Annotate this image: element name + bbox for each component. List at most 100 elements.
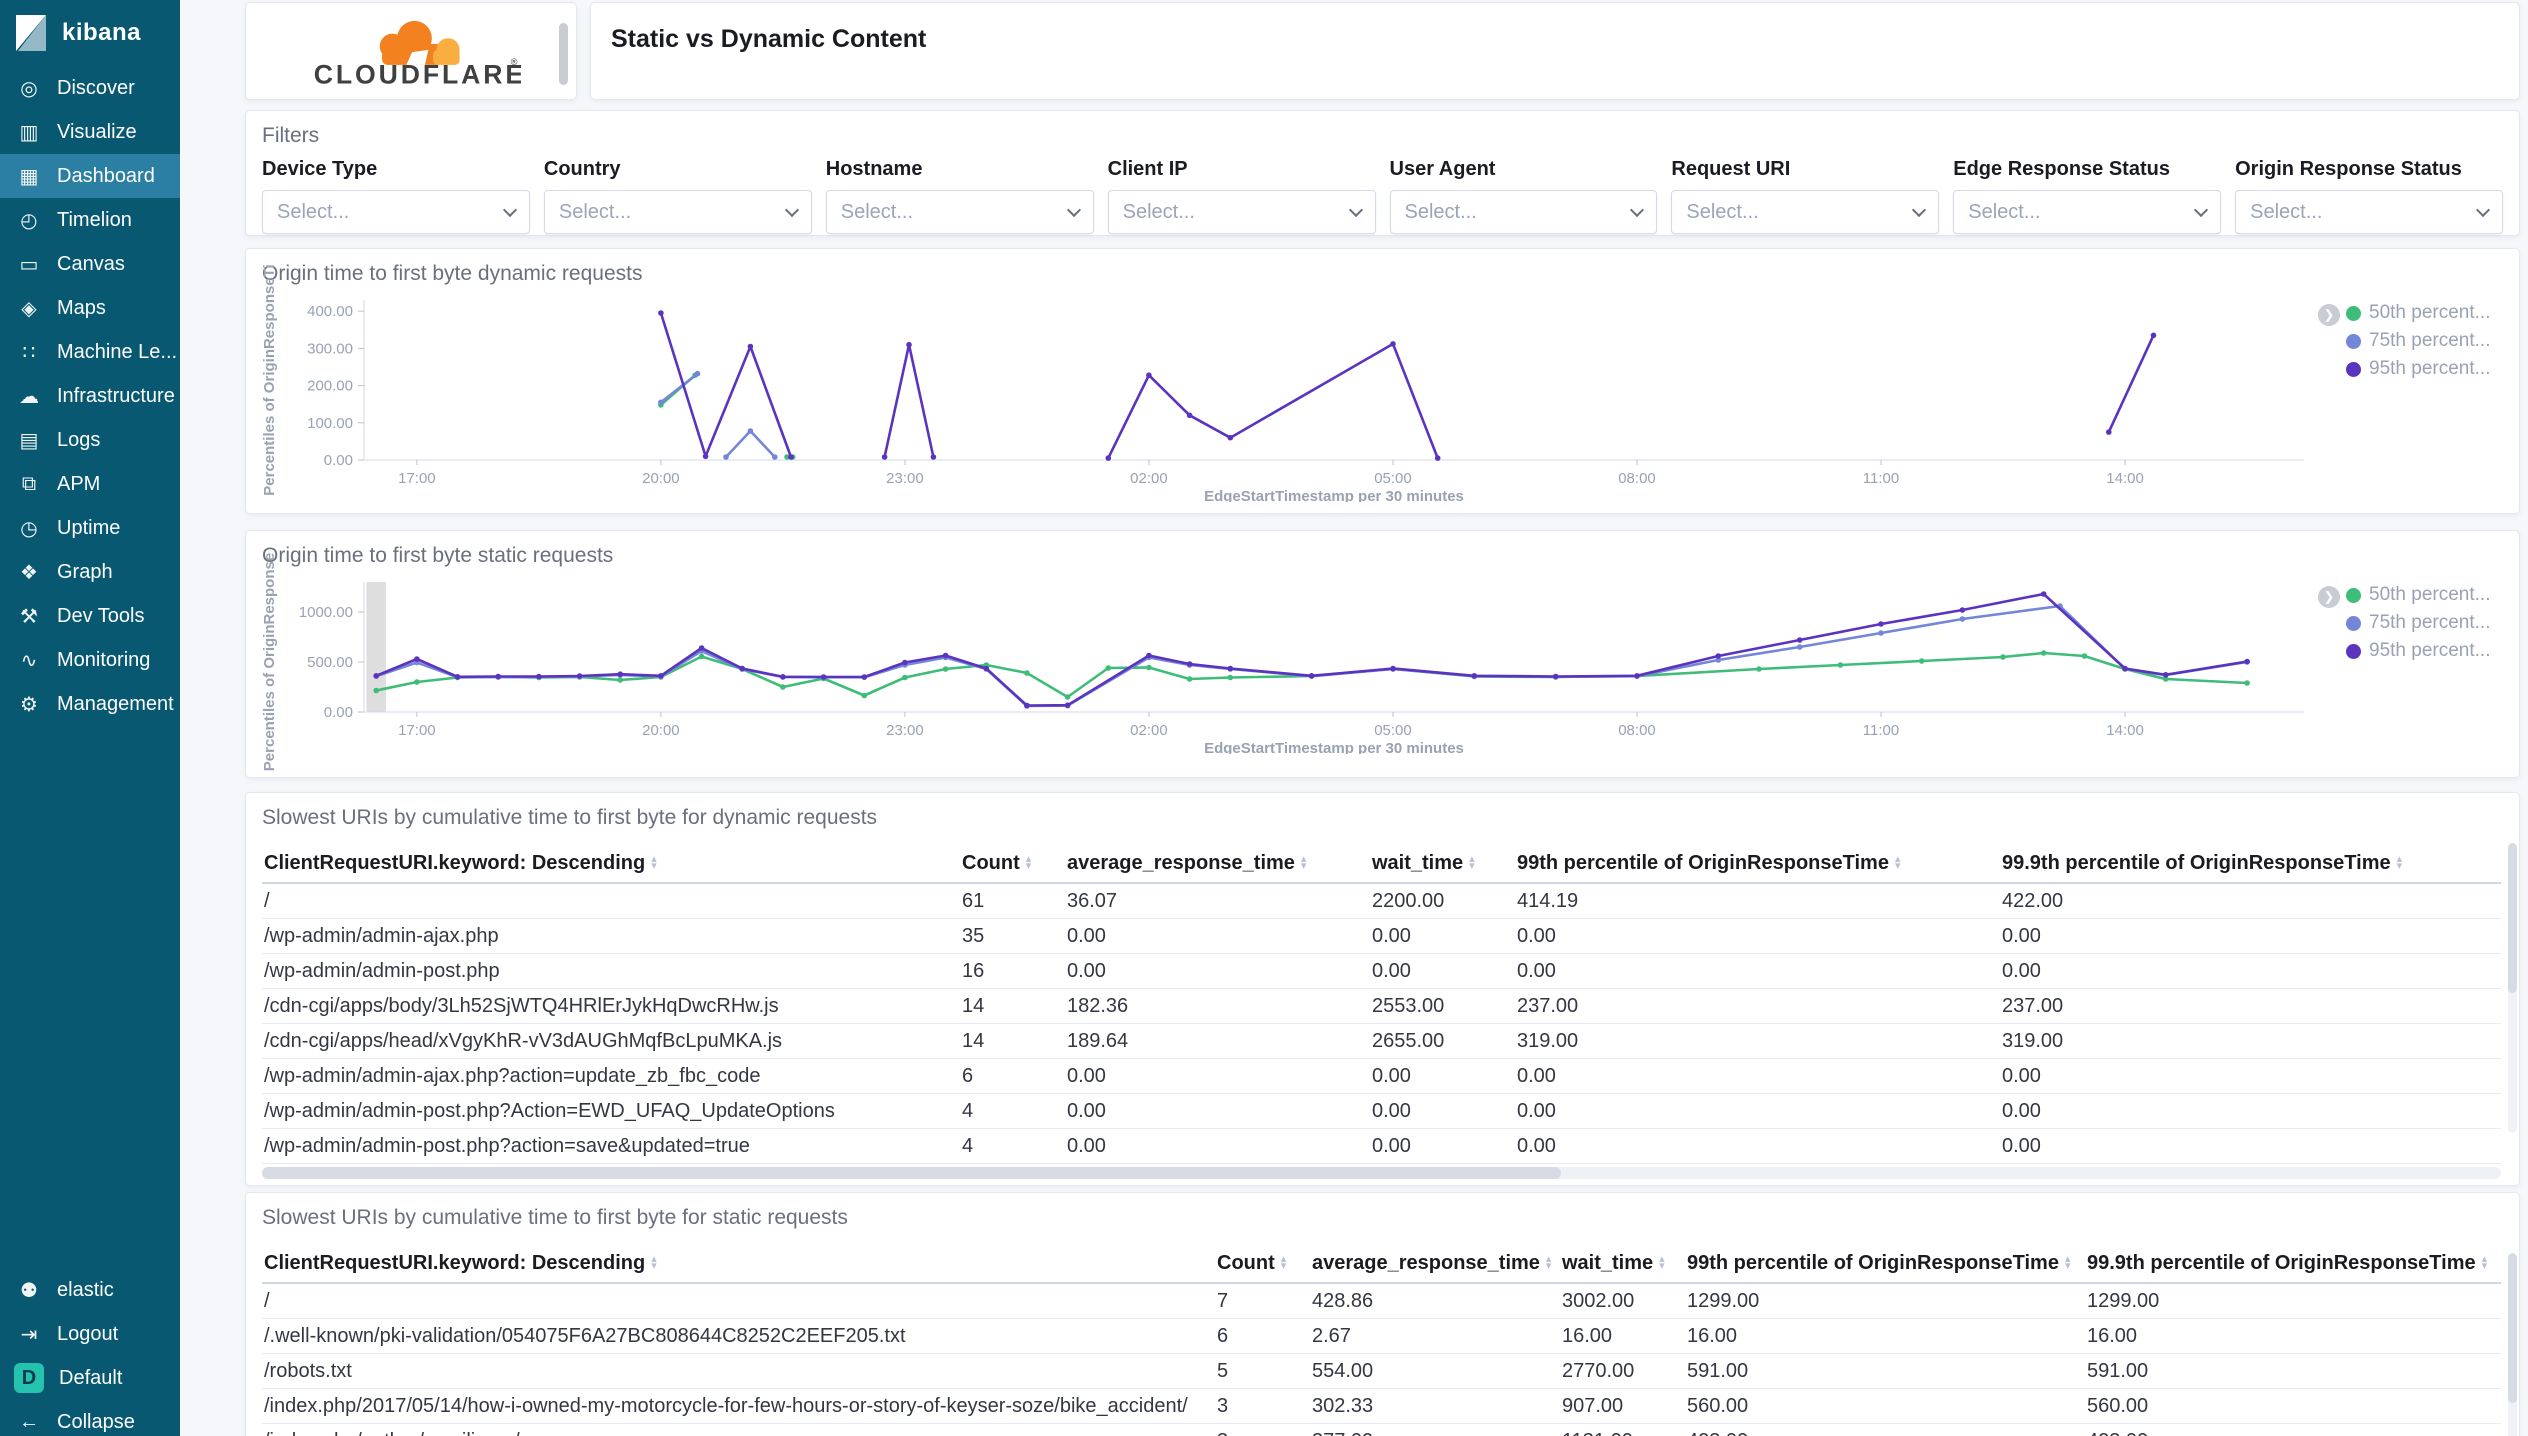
- column-header[interactable]: 99th percentile of OriginResponseTime ▴ ▾: [1685, 1244, 2085, 1282]
- column-header[interactable]: ClientRequestURI.keyword: Descending ▴ ▾: [262, 844, 960, 882]
- table-row[interactable]: /index.php/2017/05/14/how-i-owned-my-mot…: [262, 1389, 2501, 1424]
- sidebar-item-apm[interactable]: ⧉ APM: [0, 462, 180, 506]
- table-cell: /wp-admin/admin-post.php?action=save&upd…: [264, 1134, 750, 1157]
- legend-item[interactable]: 95th percent...: [2346, 640, 2501, 662]
- table-row[interactable]: /index.php/author/camiliame/3377.001131.…: [262, 1424, 2501, 1436]
- column-header[interactable]: average_response_time ▴ ▾: [1310, 1244, 1560, 1282]
- sidebar-item-collapse[interactable]: ← Collapse: [0, 1400, 180, 1436]
- filter-label: Hostname: [825, 158, 923, 180]
- column-header[interactable]: 99.9th percentile of OriginResponseTime ▴…: [2085, 1244, 2501, 1282]
- sidebar-item-visualize[interactable]: ▥ Visualize: [0, 110, 180, 154]
- filter-field-device-type: Device Type Select...: [262, 158, 530, 234]
- sort-icon[interactable]: ▴ ▾: [651, 854, 657, 872]
- table-cell: /robots.txt: [264, 1359, 352, 1382]
- svg-text:100.00: 100.00: [307, 415, 353, 432]
- dashboard-title-panel: Static vs Dynamic Content: [590, 2, 2520, 100]
- sort-icon[interactable]: ▴ ▾: [1301, 854, 1307, 872]
- legend-series-dot-icon: [2346, 615, 2361, 631]
- column-header[interactable]: 99.9th percentile of OriginResponseTime ▴…: [2000, 844, 2501, 882]
- filter-select[interactable]: Select...: [262, 190, 530, 234]
- sidebar-item-elastic[interactable]: ⚉ elastic: [0, 1268, 180, 1312]
- sidebar-item-logs[interactable]: ▤ Logs: [0, 418, 180, 462]
- sort-icon[interactable]: ▴ ▾: [1026, 854, 1032, 872]
- legend-item[interactable]: 95th percent...: [2346, 358, 2501, 380]
- table-cell: 16.00: [1687, 1324, 1738, 1347]
- sidebar-item-dashboard[interactable]: ▦ Dashboard: [0, 154, 180, 198]
- filter-select[interactable]: Select...: [825, 190, 1094, 234]
- sort-icon[interactable]: ▴ ▾: [1895, 854, 1901, 872]
- table-vertical-scrollbar[interactable]: [2508, 843, 2517, 1133]
- sidebar-item-logout[interactable]: ⇥ Logout: [0, 1312, 180, 1356]
- sidebar-item-discover[interactable]: ◎ Discover: [0, 66, 180, 110]
- table-cell: 0.00: [1067, 924, 1106, 947]
- filter-select[interactable]: Select...: [1953, 190, 2222, 234]
- sort-icon[interactable]: ▴ ▾: [2482, 1254, 2488, 1272]
- column-header[interactable]: wait_time ▴ ▾: [1560, 1244, 1685, 1282]
- filter-field-hostname: Hostname Select...: [825, 158, 1094, 234]
- sidebar-item-machine-le-[interactable]: ∷ Machine Le...: [0, 330, 180, 374]
- legend-series-dot-icon: [2346, 305, 2361, 321]
- legend-item[interactable]: 75th percent...: [2346, 330, 2501, 352]
- table-cell: 1299.00: [1687, 1289, 1760, 1312]
- y-axis-label: Percentiles of OriginResponse: [261, 552, 278, 772]
- table-row[interactable]: / 7 428.86 3002.00 1299.00 1299.00: [262, 1284, 2501, 1319]
- table-row[interactable]: /robots.txt 5 554.00 2770.00 591.00 591.00: [262, 1354, 2501, 1389]
- sidebar-item-label: Visualize: [57, 120, 137, 143]
- filter-select[interactable]: Select...: [2235, 190, 2503, 234]
- table-row[interactable]: / 61 36.07 2200.00 414.19 422.00: [262, 884, 2501, 919]
- svg-text:05:00: 05:00: [1374, 722, 1412, 739]
- column-header[interactable]: Count ▴ ▾: [1215, 1244, 1310, 1282]
- legend-item[interactable]: 50th percent...: [2346, 584, 2501, 606]
- column-header[interactable]: Count ▴ ▾: [960, 844, 1065, 882]
- sort-icon[interactable]: ▴ ▾: [1659, 1254, 1665, 1272]
- legend-series-dot-icon: [2346, 643, 2361, 659]
- table-cell: 1131.00: [1560, 1424, 1685, 1436]
- column-header[interactable]: average_response_time ▴ ▾: [1065, 844, 1370, 882]
- sidebar-item-canvas[interactable]: ▭ Canvas: [0, 242, 180, 286]
- table-row[interactable]: /cdn-cgi/apps/head/xVgyKhR-vV3dAUGhMqfBc…: [262, 1024, 2501, 1059]
- sort-icon[interactable]: ▴ ▾: [2397, 854, 2403, 872]
- logo-panel-scrollbar[interactable]: [559, 23, 568, 85]
- table-cell: 0.00: [1517, 959, 1556, 982]
- sort-icon[interactable]: ▴ ▾: [1281, 1254, 1287, 1272]
- legend-toggle-chevron-icon[interactable]: ❯: [2318, 586, 2340, 608]
- sort-icon[interactable]: ▴ ▾: [1546, 1254, 1552, 1272]
- sidebar-item-management[interactable]: ⚙ Management: [0, 682, 180, 726]
- table-row[interactable]: /wp-admin/admin-ajax.php?action=update_z…: [262, 1059, 2501, 1094]
- kibana-logo[interactable]: kibana: [0, 0, 180, 66]
- legend-toggle-chevron-icon[interactable]: ❯: [2318, 304, 2340, 326]
- table-cell: 2770.00: [1562, 1359, 1635, 1382]
- column-header-label: ClientRequestURI.keyword: Descending: [264, 1251, 646, 1274]
- sort-icon[interactable]: ▴ ▾: [651, 1254, 657, 1272]
- sidebar-item-infrastructure[interactable]: ☁ Infrastructure: [0, 374, 180, 418]
- sidebar-item-timelion[interactable]: ◴ Timelion: [0, 198, 180, 242]
- table-row[interactable]: /wp-admin/admin-post.php?action=save&upd…: [262, 1129, 2501, 1164]
- column-header[interactable]: 99th percentile of OriginResponseTime ▴ ▾: [1515, 844, 2000, 882]
- legend-item[interactable]: 75th percent...: [2346, 612, 2501, 634]
- filter-select[interactable]: Select...: [1107, 190, 1376, 234]
- sidebar-item-uptime[interactable]: ◷ Uptime: [0, 506, 180, 550]
- line-chart-static[interactable]: 1000.00 500.00 0.00 17:00 20:00 23:00 02:00 05:…: [276, 572, 2316, 754]
- table-vertical-scrollbar[interactable]: [2508, 1253, 2517, 1436]
- sort-icon[interactable]: ▴ ▾: [1469, 854, 1475, 872]
- sidebar-item-monitoring[interactable]: ∿ Monitoring: [0, 638, 180, 682]
- sidebar-item-dev-tools[interactable]: ⚒ Dev Tools: [0, 594, 180, 638]
- chart-panel-static-ttfb: Origin time to first byte static request…: [245, 530, 2520, 778]
- filter-select[interactable]: Select...: [1389, 190, 1658, 234]
- filter-select[interactable]: Select...: [1671, 190, 1940, 234]
- column-header[interactable]: wait_time ▴ ▾: [1370, 844, 1515, 882]
- line-chart-dynamic[interactable]: 400.00 300.00 200.00 100.00 0.00 17:00 20:00 23…: [276, 290, 2316, 502]
- sidebar-item-graph[interactable]: ❖ Graph: [0, 550, 180, 594]
- legend-item[interactable]: 50th percent...: [2346, 302, 2501, 324]
- filter-select[interactable]: Select...: [543, 190, 812, 234]
- table-row[interactable]: /cdn-cgi/apps/body/3Lh52SjWTQ4HRlErJykHq…: [262, 989, 2501, 1024]
- table-row[interactable]: /wp-admin/admin-post.php?Action=EWD_UFAQ…: [262, 1094, 2501, 1129]
- table-horizontal-scrollbar[interactable]: [262, 1167, 2501, 1179]
- sort-icon[interactable]: ▴ ▾: [2065, 1254, 2071, 1272]
- sidebar-item-maps[interactable]: ◈ Maps: [0, 286, 180, 330]
- sidebar-item-default[interactable]: D Default: [0, 1356, 180, 1400]
- table-row[interactable]: /wp-admin/admin-post.php 16 0.00 0.00 0.00 0.…: [262, 954, 2501, 989]
- table-row[interactable]: /wp-admin/admin-ajax.php 35 0.00 0.00 0.00 0.…: [262, 919, 2501, 954]
- column-header[interactable]: ClientRequestURI.keyword: Descending ▴ ▾: [262, 1244, 1215, 1282]
- table-row[interactable]: /.well-known/pki-validation/054075F6A27B…: [262, 1319, 2501, 1354]
